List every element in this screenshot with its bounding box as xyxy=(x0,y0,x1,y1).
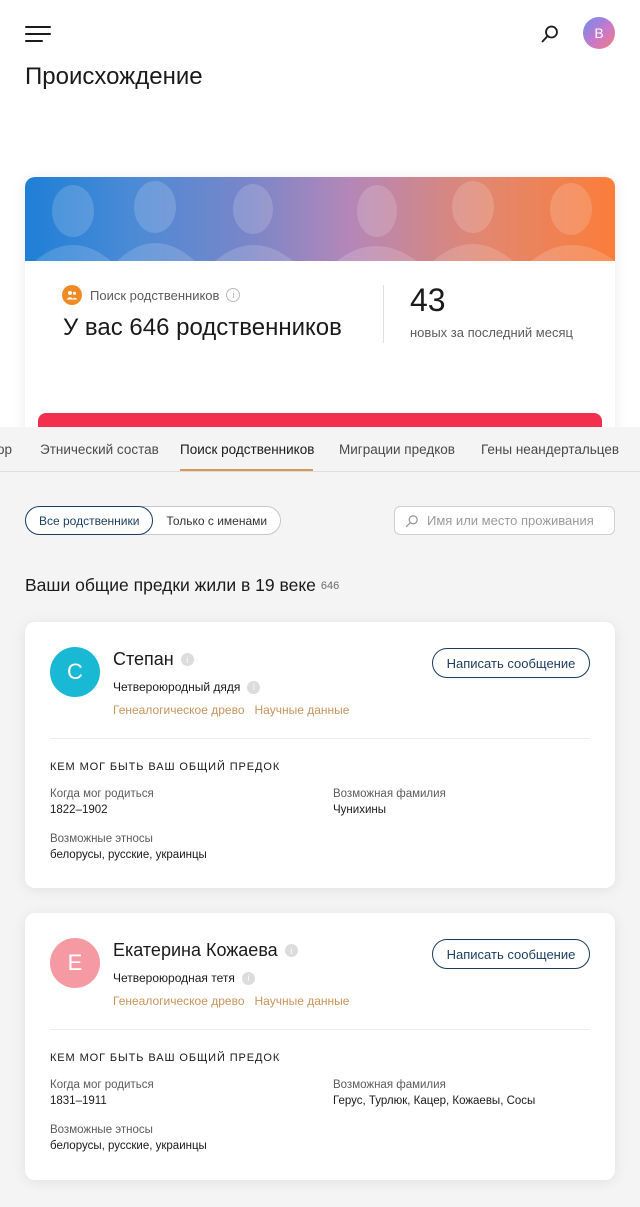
relatives-search-label: Поиск родственников xyxy=(90,287,220,303)
relative-name[interactable]: Екатерина Кожаева xyxy=(113,940,278,961)
avatar[interactable]: В xyxy=(583,17,615,49)
genealogy-tree-link[interactable]: Генеалогическое древо xyxy=(113,994,245,1008)
relative-name-row: Степан i xyxy=(113,649,194,670)
page-title: Происхождение xyxy=(25,63,203,90)
banner-image xyxy=(25,177,615,261)
surname-value: Герус, Турлюк, Кацер, Кожаевы, Сосы xyxy=(333,1095,536,1107)
relatives-filter-toggle: Все родственники Только с именами xyxy=(25,506,282,535)
relative-avatar[interactable]: Е xyxy=(50,938,100,988)
relative-card: Е Екатерина Кожаева i Четвероюродная тетя… xyxy=(25,913,615,1180)
relation-label: Четвероюродная тетя xyxy=(113,971,235,985)
search-icon xyxy=(405,514,418,527)
divider xyxy=(383,285,384,343)
scientific-data-link[interactable]: Научные данные xyxy=(255,703,350,717)
send-message-button[interactable]: Написать сообщение xyxy=(432,939,590,969)
relative-card: С Степан i Четвероюродный дядя i Генеалоги… xyxy=(25,622,615,888)
new-relatives-label: новых за последний месяц xyxy=(410,325,573,340)
relative-links: Генеалогическое древо Научные данные xyxy=(113,703,359,717)
section-count: 646 xyxy=(320,580,340,592)
surname-label: Возможная фамилия xyxy=(333,1079,446,1091)
tab-ethnic-composition[interactable]: Этнический состав xyxy=(40,442,159,457)
search-icon[interactable] xyxy=(539,23,561,45)
tab-relatives-search[interactable]: Поиск родственников xyxy=(180,442,314,457)
info-icon[interactable]: i xyxy=(180,653,194,666)
divider xyxy=(50,738,590,739)
surname-label: Возможная фамилия xyxy=(333,788,446,800)
tab-neanderthal-genes[interactable]: Гены неандертальцев xyxy=(481,442,619,457)
relation-row: Четвероюродный дядя i xyxy=(113,680,261,694)
relatives-count-text: У вас 646 родственников xyxy=(63,314,342,341)
new-relatives-count: 43 xyxy=(410,282,446,318)
active-tab-indicator xyxy=(180,469,313,471)
people-icon xyxy=(62,285,82,305)
divider xyxy=(50,1029,590,1030)
faces-illustration xyxy=(35,181,615,261)
filter-all-relatives-button[interactable]: Все родственники xyxy=(25,506,154,535)
surname-value: Чунихины xyxy=(333,804,386,816)
ethnos-label: Возможные этносы xyxy=(50,833,153,845)
tab-bar: ор Этнический состав Поиск родственников… xyxy=(0,427,640,472)
relation-row: Четвероюродная тетя i xyxy=(113,971,255,985)
info-icon[interactable]: i xyxy=(241,971,255,985)
relatives-search-box xyxy=(394,506,615,535)
relative-links: Генеалогическое древо Научные данные xyxy=(113,994,359,1008)
info-icon[interactable]: i xyxy=(284,944,298,957)
birth-value: 1831–1911 xyxy=(50,1095,107,1107)
birth-value: 1822–1902 xyxy=(50,804,108,816)
relative-name-row: Екатерина Кожаева i xyxy=(113,940,298,961)
relative-avatar[interactable]: С xyxy=(50,647,100,697)
genealogy-tree-link[interactable]: Генеалогическое древо xyxy=(113,703,245,717)
info-icon[interactable]: i xyxy=(247,680,261,694)
ethnos-value: белорусы, русские, украинцы xyxy=(50,1140,207,1152)
hamburger-menu-icon[interactable] xyxy=(25,26,51,44)
tab-partial[interactable]: ор xyxy=(0,442,12,457)
send-message-button[interactable]: Написать сообщение xyxy=(432,648,590,678)
common-ancestor-heading: КЕМ МОГ БЫТЬ ВАШ ОБЩИЙ ПРЕДОК xyxy=(50,1052,281,1064)
relative-name[interactable]: Степан xyxy=(113,649,174,670)
info-icon[interactable]: i xyxy=(226,288,241,302)
filter-named-only-button[interactable]: Только с именами xyxy=(139,506,282,535)
relatives-search-label-row: Поиск родственников i xyxy=(62,285,241,305)
ethnos-value: белорусы, русские, украинцы xyxy=(50,849,207,861)
scientific-data-link[interactable]: Научные данные xyxy=(255,994,350,1008)
section-title: Ваши общие предки жили в 19 веке 646 xyxy=(25,575,339,596)
relatives-search-input[interactable] xyxy=(427,513,607,528)
birth-label: Когда мог родиться xyxy=(50,1079,154,1091)
section-title-text: Ваши общие предки жили в 19 веке xyxy=(25,575,316,595)
tab-ancestor-migrations[interactable]: Миграции предков xyxy=(339,442,455,457)
birth-label: Когда мог родиться xyxy=(50,788,154,800)
ethnos-label: Возможные этносы xyxy=(50,1124,153,1136)
common-ancestor-heading: КЕМ МОГ БЫТЬ ВАШ ОБЩИЙ ПРЕДОК xyxy=(50,761,281,773)
relatives-summary-card: Поиск родственников i У вас 646 родствен… xyxy=(25,177,615,437)
relation-label: Четвероюродный дядя xyxy=(113,680,241,694)
